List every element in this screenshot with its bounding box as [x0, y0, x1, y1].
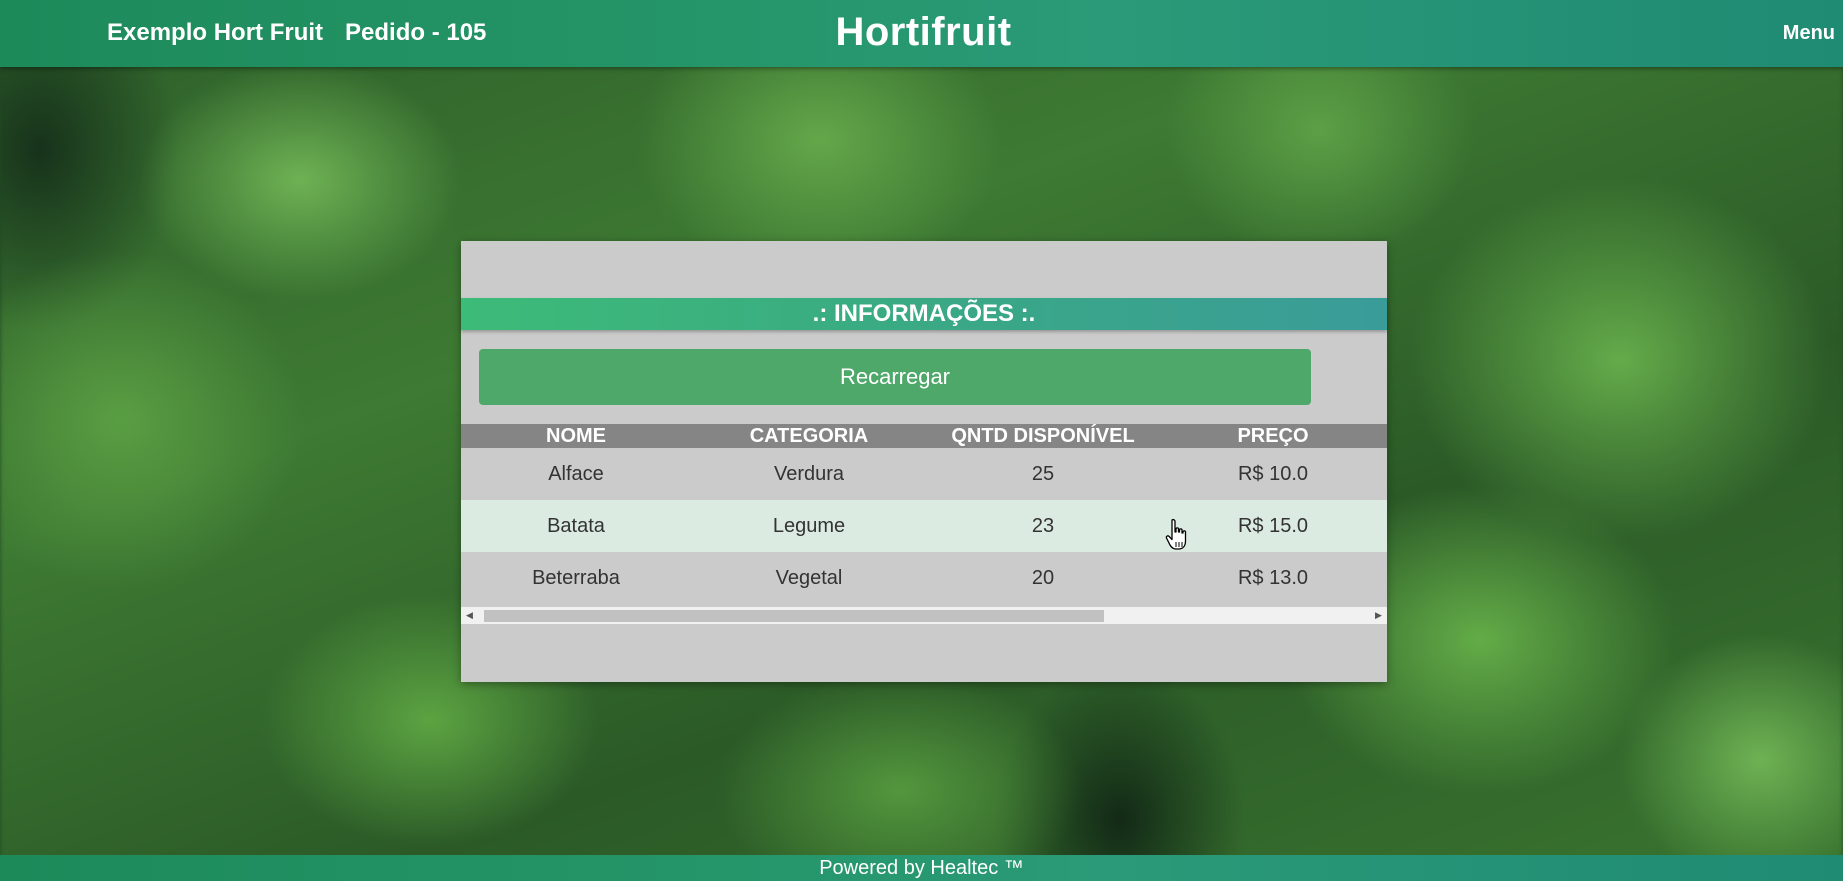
cell-categoria: Vegetal	[691, 552, 927, 604]
cell-nome: Batata	[461, 500, 691, 552]
column-header-categoria: CATEGORIA	[691, 424, 927, 448]
hand-pointer-cursor-icon	[1165, 518, 1187, 550]
cell-qntd: 20	[927, 552, 1159, 604]
menu-link[interactable]: Menu	[1783, 22, 1835, 45]
scrollbar-thumb[interactable]	[484, 610, 1104, 622]
top-navbar: Exemplo Hort Fruit Pedido - 105 Hortifrui…	[0, 0, 1843, 67]
cell-preco: R$ 15.0	[1159, 500, 1387, 552]
scroll-left-icon[interactable]: ◀	[461, 607, 478, 624]
cell-categoria: Legume	[691, 500, 927, 552]
cell-preco: R$ 10.0	[1159, 448, 1387, 500]
cell-qntd: 23	[927, 500, 1159, 552]
app-title: Hortifruit	[0, 10, 1843, 55]
cell-nome: Alface	[461, 448, 691, 500]
products-table: NOME CATEGORIA QNTD DISPONÍVEL PREÇO Alf…	[461, 424, 1387, 604]
cell-qntd: 25	[927, 448, 1159, 500]
footer: Powered by Healtec ™	[0, 855, 1843, 881]
horizontal-scrollbar[interactable]: ◀ ▶	[461, 607, 1387, 624]
cell-categoria: Verdura	[691, 448, 927, 500]
scroll-right-icon[interactable]: ▶	[1370, 607, 1387, 624]
reload-button[interactable]: Recarregar	[479, 349, 1311, 405]
app-title-text: Hortifruit	[835, 10, 1012, 54]
cell-preco: R$ 13.0	[1159, 552, 1387, 604]
table-row[interactable]: Beterraba Vegetal 20 R$ 13.0	[461, 552, 1387, 604]
products-table-container: NOME CATEGORIA QNTD DISPONÍVEL PREÇO Alf…	[461, 424, 1387, 607]
table-row[interactable]: Batata Legume 23 R$ 15.0	[461, 500, 1387, 552]
column-header-preco: PREÇO	[1159, 424, 1387, 448]
column-header-nome: NOME	[461, 424, 691, 448]
table-header-row: NOME CATEGORIA QNTD DISPONÍVEL PREÇO	[461, 424, 1387, 448]
table-row[interactable]: Alface Verdura 25 R$ 10.0	[461, 448, 1387, 500]
info-panel: .: INFORMAÇÕES :. Recarregar NOME CATEGO…	[461, 241, 1387, 682]
section-title: .: INFORMAÇÕES :.	[461, 298, 1387, 330]
cell-nome: Beterraba	[461, 552, 691, 604]
column-header-qntd: QNTD DISPONÍVEL	[927, 424, 1159, 448]
